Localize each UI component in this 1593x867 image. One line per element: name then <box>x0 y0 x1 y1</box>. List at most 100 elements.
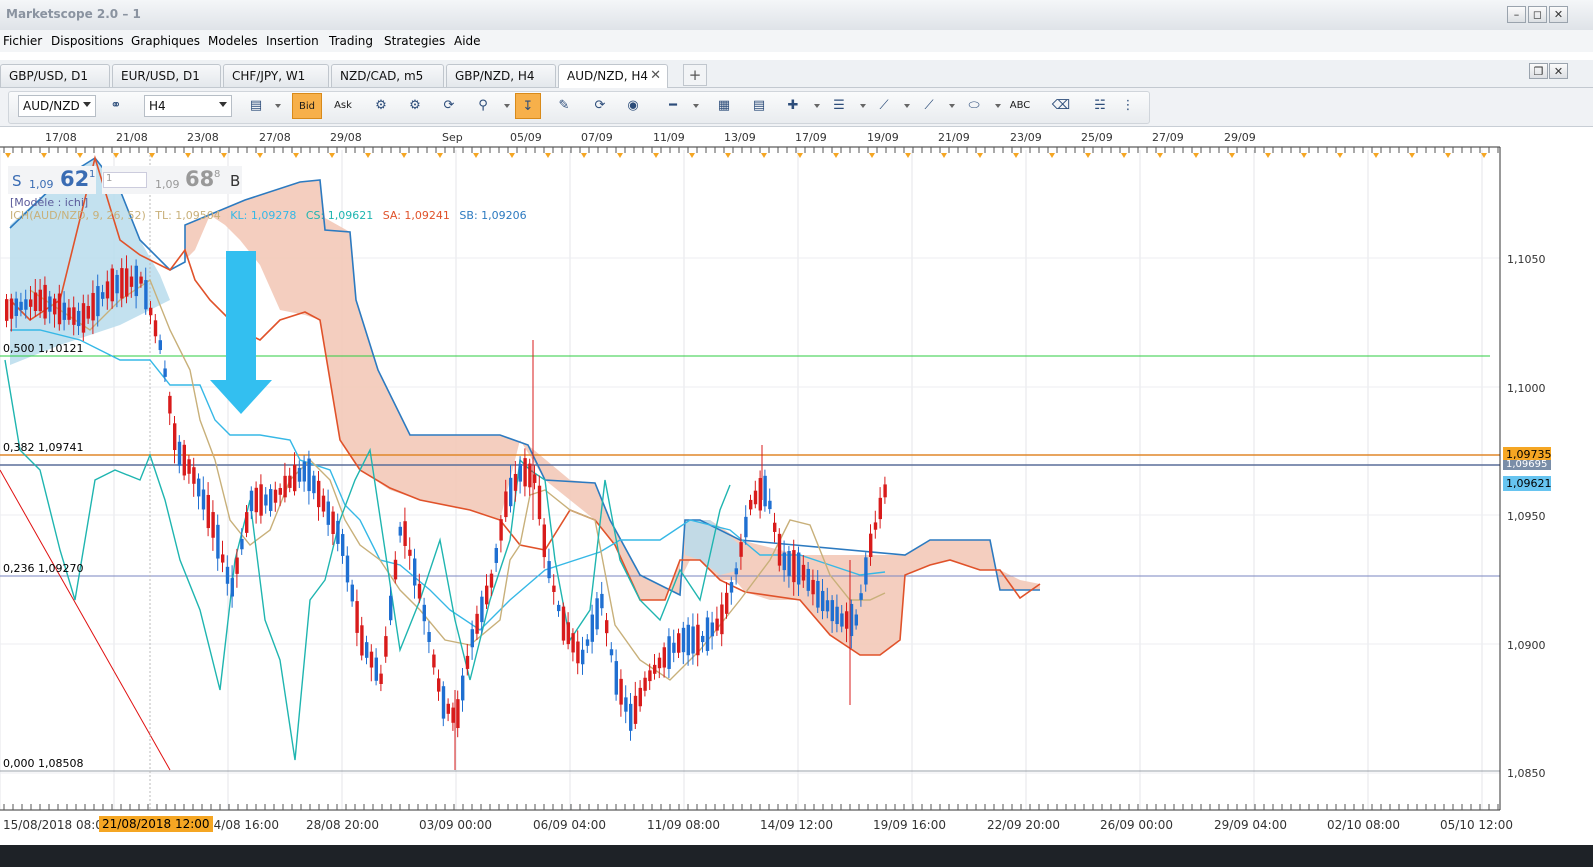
bottom-axis-label: 19/09 16:00 <box>873 818 946 832</box>
price-tag-current: 1,09621 <box>1503 476 1552 491</box>
maximize-button[interactable]: ◻ <box>1528 6 1547 23</box>
y-axis-label: 1,1000 <box>1507 382 1546 395</box>
symbol-value: AUD/NZD <box>23 99 80 113</box>
zoom-icon[interactable]: ⚲ <box>470 93 496 119</box>
minimize-button[interactable]: – <box>1507 6 1526 23</box>
fib-label-500: 0,500 1,10121 <box>3 342 84 355</box>
refresh-icon[interactable]: ⟳ <box>587 93 613 119</box>
chart-grid <box>0 150 1500 810</box>
bottom-axis-label: 29/09 04:00 <box>1214 818 1287 832</box>
indicator-add-icon[interactable]: ⚙ <box>368 93 394 119</box>
menu-bar: Fichier Dispositions Graphiques Modeles … <box>0 30 1593 52</box>
tab-label: GBP/USD, D1 <box>9 69 88 83</box>
buy-prefix: 1,09 <box>155 178 180 191</box>
fib-label-382: 0,382 1,09741 <box>3 441 84 454</box>
y-axis-label: 1,0850 <box>1507 767 1546 780</box>
add-tab-button[interactable]: + <box>683 64 707 86</box>
tab-label: NZD/CAD, m5 <box>340 69 424 83</box>
cursor-date-label: 21/08/2018 12:00 <box>99 816 213 832</box>
bottom-axis-label: 24/08 16:00 <box>206 818 279 832</box>
fan-icon[interactable]: ⟋ <box>871 93 897 119</box>
tab-label: CHF/JPY, W1 <box>232 69 306 83</box>
legend-kl: KL: 1,09278 <box>230 209 297 222</box>
globe-icon[interactable]: ◉ <box>620 93 646 119</box>
amount-input[interactable]: 1 <box>103 172 147 188</box>
candlestick-series <box>5 255 887 770</box>
menu-modeles[interactable]: Modeles <box>208 34 258 48</box>
indicator-remove-icon[interactable]: ⚙ <box>402 93 428 119</box>
bottom-axis-label: 06/09 04:00 <box>533 818 606 832</box>
fib-label-236: 0,236 1,09270 <box>3 562 84 575</box>
bottom-axis-label: 03/09 00:00 <box>419 818 492 832</box>
annotation-down-arrow <box>210 251 272 414</box>
autoscroll-icon[interactable]: ↧ <box>515 93 541 119</box>
tab-nzdcad-m5[interactable]: NZD/CAD, m5 <box>331 64 444 87</box>
bottom-axis-label: 28/08 20:00 <box>306 818 379 832</box>
bottom-axis-label: 02/10 08:00 <box>1327 818 1400 832</box>
toolbar-overflow-icon[interactable]: ⋮ <box>1121 93 1135 119</box>
tab-label: EUR/USD, D1 <box>121 69 200 83</box>
menu-strategies[interactable]: Strategies <box>384 34 445 48</box>
timeframe-select[interactable]: H4 <box>144 95 232 117</box>
tab-label: AUD/NZD, H4 <box>567 69 648 83</box>
price-tag-level: 1,09695 <box>1503 460 1551 470</box>
tab-audnzd-h4[interactable]: AUD/NZD, H4 ✕ <box>558 64 668 88</box>
link-icon[interactable]: ⚭ <box>103 93 129 119</box>
ruler-icon[interactable]: ━ <box>660 93 686 119</box>
buy-price-big[interactable]: 68 <box>185 167 214 191</box>
legend-cs: CS: 1,09621 <box>305 209 374 222</box>
menu-dispositions[interactable]: Dispositions <box>51 34 124 48</box>
sell-label: S <box>12 172 22 190</box>
close-button[interactable]: ✕ <box>1549 6 1568 23</box>
legend-tl: TL: 1,09504 <box>155 209 221 222</box>
symbol-select[interactable]: AUD/NZD <box>18 95 96 117</box>
text-tool-button[interactable]: ABC <box>1007 93 1033 119</box>
hlines-icon[interactable]: ☰ <box>826 93 852 119</box>
menu-aide[interactable]: Aide <box>454 34 481 48</box>
legend-sa: SA: 1,09241 <box>382 209 450 222</box>
template-icon[interactable]: ▤ <box>746 93 772 119</box>
tab-gbpnzd-h4[interactable]: GBP/NZD, H4 <box>446 64 556 87</box>
chart-close-button[interactable]: ✕ <box>1549 63 1568 79</box>
tab-gbpusd-d1[interactable]: GBP/USD, D1 <box>0 64 110 87</box>
y-axis-label: 1,1050 <box>1507 253 1546 266</box>
hierarchy-icon[interactable]: ☵ <box>1087 93 1113 119</box>
sell-price-big[interactable]: 62 <box>60 167 89 191</box>
ellipse-icon[interactable]: ⬭ <box>961 93 987 119</box>
sell-price-small: 1 <box>89 169 96 180</box>
tab-chfjpy-w1[interactable]: CHF/JPY, W1 <box>223 64 329 87</box>
y-axis-label: 1,0900 <box>1507 639 1546 652</box>
strategy-icon[interactable]: ⟳ <box>436 93 462 119</box>
bottom-axis-label: 22/09 20:00 <box>987 818 1060 832</box>
menu-fichier[interactable]: Fichier <box>3 34 42 48</box>
bid-button[interactable]: Bid <box>292 93 322 119</box>
price-chart[interactable] <box>0 127 1593 845</box>
title-bar: Marketscope 2.0 – 1 – ◻ ✕ <box>0 0 1593 31</box>
legend-sb: SB: 1,09206 <box>459 209 527 222</box>
menu-insertion[interactable]: Insertion <box>266 34 319 48</box>
bottom-axis-label: 14/09 12:00 <box>760 818 833 832</box>
sell-prefix: 1,09 <box>29 178 54 191</box>
screenshot-icon[interactable]: ▦ <box>711 93 737 119</box>
chart-restore-button[interactable]: ❐ <box>1529 63 1548 79</box>
chart-toolbar: AUD/NZD ⚭ H4 ▤ Bid Ask ⚙ ⚙ ⟳ ⚲ ↧ ✎ ⟳ ◉ ━… <box>0 88 1593 127</box>
bottom-axis-label: 15/08/2018 08:00 <box>3 818 111 832</box>
buy-label: B <box>230 172 241 190</box>
timeframe-value: H4 <box>149 99 166 113</box>
eraser-icon[interactable]: ⌫ <box>1048 93 1074 119</box>
ask-button[interactable]: Ask <box>328 93 358 119</box>
bottom-axis-label: 05/10 12:00 <box>1440 818 1513 832</box>
properties-icon[interactable]: ✎ <box>551 93 577 119</box>
menu-trading[interactable]: Trading <box>329 34 373 48</box>
window-title: Marketscope 2.0 – 1 <box>6 7 141 21</box>
menu-graphiques[interactable]: Graphiques <box>131 34 200 48</box>
crosshair-icon[interactable]: ✚ <box>780 93 806 119</box>
chart-tab-bar: GBP/USD, D1 EUR/USD, D1 CHF/JPY, W1 NZD/… <box>0 60 1593 88</box>
status-bar <box>0 845 1593 867</box>
trendline-icon[interactable]: ⟋ <box>916 93 942 119</box>
tab-close-icon[interactable]: ✕ <box>650 68 661 83</box>
template-legend: [Modèle : ichi] <box>10 196 89 209</box>
tab-eurusd-d1[interactable]: EUR/USD, D1 <box>112 64 221 87</box>
chart-type-icon[interactable]: ▤ <box>243 93 269 119</box>
bottom-axis-label: 26/09 00:00 <box>1100 818 1173 832</box>
